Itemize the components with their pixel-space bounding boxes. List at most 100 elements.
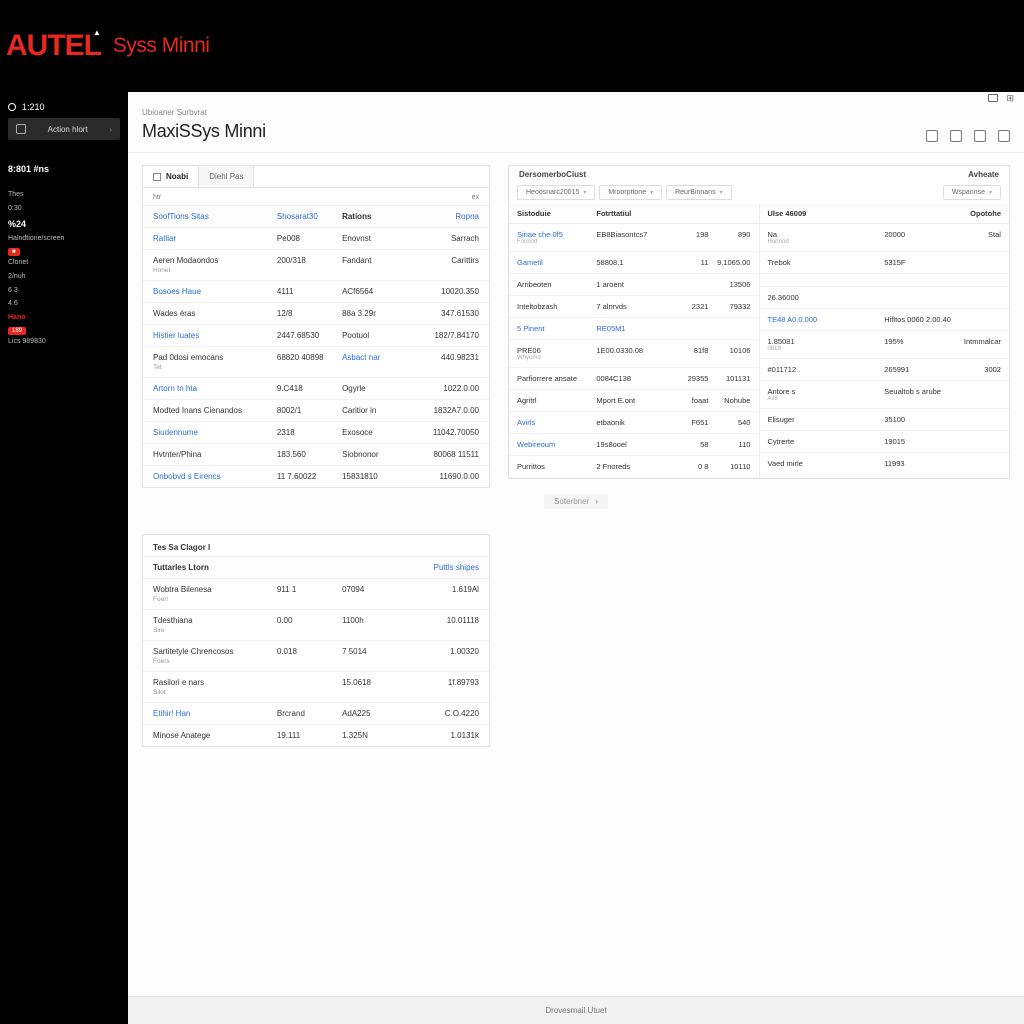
p2r-head-1: Opotohe	[884, 209, 1001, 218]
row-val-c: ACf6564	[342, 287, 414, 296]
row-val-c: Caritior in	[342, 406, 414, 415]
row-c	[954, 387, 1001, 402]
row-d: 1.00320	[414, 647, 479, 656]
row-sublabel: Sire	[153, 627, 277, 634]
panel1-tab-0[interactable]: Noabi	[143, 166, 199, 187]
sidebar-item[interactable]: Hano	[8, 311, 120, 325]
row-label: Minose Anatege	[153, 731, 277, 740]
row-c	[954, 293, 1001, 302]
sidebar-action-label: Action hlort	[48, 125, 88, 134]
cloud-icon[interactable]	[974, 130, 986, 142]
row-val-d: 1832A7.0.00	[414, 406, 479, 415]
pager[interactable]: Soterbner ›	[544, 494, 608, 509]
chevron-down-icon: ▾	[650, 189, 653, 196]
grid-icon[interactable]: ⊞	[1006, 93, 1014, 104]
gear-icon	[16, 124, 26, 134]
table-row: Modted Inans Cienandos8002/1Caritior in1…	[143, 400, 489, 422]
row-label: Wades éras	[153, 309, 277, 318]
row-label[interactable]: Gametil	[517, 258, 596, 267]
sidebar-item[interactable]: Clonet	[8, 256, 120, 270]
sidebar-item[interactable]: Thes	[8, 188, 120, 202]
row-val-b: 11 7.60022	[277, 472, 342, 481]
row-b: 20000	[884, 230, 954, 245]
tab-label: Diehl Pas	[209, 172, 243, 181]
filter-chip[interactable]: Mroorpttone▾	[599, 185, 662, 200]
row-label[interactable]: Histier luates	[153, 331, 277, 340]
footer-text: Drovesmail Utuet	[545, 1006, 606, 1015]
sidebar-item[interactable]: %24	[8, 216, 120, 233]
brand-bar: AUTEL ▲ Syss Minni	[0, 0, 1024, 92]
sidebar-item[interactable]: 0:30	[8, 202, 120, 216]
row-d: 1.0131k	[414, 731, 479, 740]
sidebar-item[interactable]: 2/nuh	[8, 270, 120, 284]
row-c: 198	[666, 230, 708, 245]
table-row: Antore sAintSeualtob s arube	[760, 381, 1010, 409]
panel1-tab-1[interactable]: Diehl Pas	[199, 166, 254, 187]
sidebar-item[interactable]: 6 3	[8, 284, 120, 298]
row-c: 7 5014	[342, 647, 414, 656]
row-label[interactable]: Onbobvd s Eirencs	[153, 472, 277, 481]
camera-icon[interactable]	[926, 130, 938, 142]
panel1-col-0[interactable]: SoofTions Sitas	[153, 212, 277, 221]
row-label[interactable]: Etihir! Han	[153, 709, 277, 718]
filter-chip[interactable]: Heoosnarc20015 ▾	[517, 185, 595, 200]
content: Noabi Diehl Pas htr ex SoofTions Sitas	[128, 153, 1024, 1024]
table-row: Artorn tn hta9.C418Ogyrle1022.0.00	[143, 378, 489, 400]
panel1-col-3[interactable]: Ropna	[414, 212, 479, 221]
row-label[interactable]: Sinae che 0f5	[517, 230, 596, 239]
row-d: 1.619Al	[414, 585, 479, 594]
panel1-col-1[interactable]: Shosarat30	[277, 212, 342, 221]
row-val-d: Sarrach	[414, 234, 479, 243]
header: Ubioaner Surbvrat MaxiSSys Minni	[128, 104, 1024, 153]
table-row: Pad 0dosi emocansTet68820 40898Asbact na…	[143, 347, 489, 378]
sidebar-item[interactable]: 4.6	[8, 297, 120, 311]
row-label[interactable]: Artorn tn hta	[153, 384, 277, 393]
tab-icon	[153, 173, 161, 181]
row-label[interactable]: Ratiiar	[153, 234, 277, 243]
row-d: 540	[708, 418, 750, 427]
filter-chip[interactable]: Wspannse▾	[943, 185, 1001, 200]
row-label: Agritrl	[517, 396, 596, 405]
row-label: Tdesthiana	[153, 616, 277, 625]
row-d: 110	[708, 440, 750, 449]
filter-label: Heoosnarc20015	[526, 189, 579, 196]
row-c: 2321	[666, 302, 708, 311]
row-b: Hifltos 0060 2.00.40	[884, 315, 954, 324]
row-label[interactable]: Avirls	[517, 418, 596, 427]
row-sublabel: Whyomd	[517, 355, 596, 361]
tab-label: Noabi	[166, 172, 188, 181]
row-val-c: Pootuol	[342, 331, 414, 340]
table-row: Inteltobzash7 alnrvds232179332	[509, 296, 759, 318]
filter-chip[interactable]: ReurBinnans▾	[666, 185, 731, 200]
row-label[interactable]: Webireoum	[517, 440, 596, 449]
row-b: 1E00.0330.08	[596, 346, 666, 361]
row-val-c: 88a 3.29r	[342, 309, 414, 318]
window-icon[interactable]	[988, 94, 998, 102]
brand-caret: ▲	[93, 28, 101, 37]
sidebar-action-button[interactable]: Action hlort ›	[8, 118, 120, 140]
screen-icon[interactable]	[950, 130, 962, 142]
sidebar-item[interactable]: Halndtione/screen	[8, 232, 120, 246]
row-val-b: 8002/1	[277, 406, 342, 415]
add-icon[interactable]	[998, 130, 1010, 142]
row-label[interactable]: Siudennume	[153, 428, 277, 437]
panel2-title-left: DersomerboCiust	[519, 170, 586, 179]
footer: Drovesmail Utuet	[128, 996, 1024, 1024]
row-c: 07094	[342, 585, 414, 594]
table-row: Wades éras12/888a 3.29r347.61530	[143, 303, 489, 325]
chevron-down-icon: ▾	[583, 189, 586, 196]
breadcrumb: Ubioaner Surbvrat	[142, 108, 266, 117]
sidebar-item[interactable]: Lics 989830	[8, 335, 120, 349]
panel3-col-1	[277, 563, 342, 572]
row-val-c: Asbact nar	[342, 353, 414, 362]
row-label[interactable]: Bosoes Haue	[153, 287, 277, 296]
row-c	[954, 415, 1001, 424]
row-b: 5315F	[884, 258, 954, 267]
row-d: 9.1065.00	[708, 258, 750, 267]
table-row: Rasilori e narsSilot15.06181f.89793	[143, 672, 489, 703]
panel3-col-3[interactable]: Puttls shipes	[414, 563, 479, 572]
row-b: 19015	[884, 437, 954, 446]
row-val-c: Enovnst	[342, 234, 414, 243]
row-label: Hvtnter/Phina	[153, 450, 277, 459]
row-label[interactable]: 5 Pinent	[517, 324, 596, 333]
